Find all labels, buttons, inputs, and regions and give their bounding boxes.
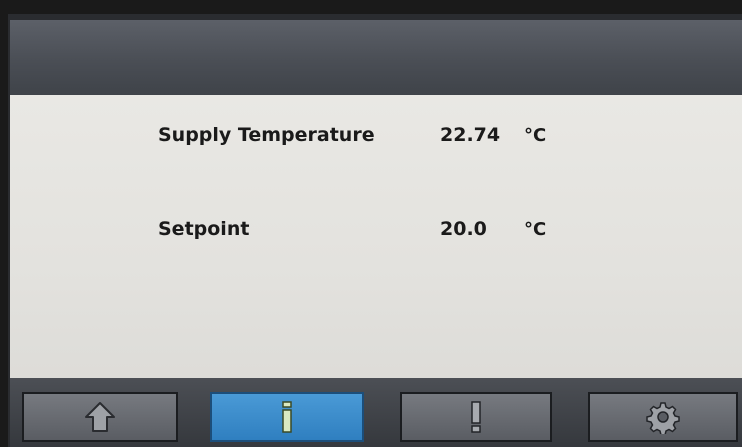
supply-temperature-unit: °C — [524, 124, 547, 146]
home-icon — [83, 400, 117, 434]
home-button[interactable] — [22, 392, 178, 442]
header-bar — [10, 20, 742, 95]
setpoint-unit: °C — [524, 218, 547, 240]
setpoint-value[interactable]: 20.0 — [440, 218, 524, 240]
alarm-button[interactable] — [400, 392, 552, 442]
supply-temperature-value: 22.74 — [440, 124, 501, 146]
supply-temperature-label: Supply Temperature — [158, 124, 375, 146]
settings-button[interactable] — [588, 392, 738, 442]
gear-icon — [646, 400, 680, 434]
info-button[interactable] — [210, 392, 364, 442]
setpoint-row: Setpoint 20.0 °C — [158, 214, 546, 244]
setpoint-label: Setpoint — [158, 218, 250, 240]
supply-temperature-row: Supply Temperature 22.74 °C — [158, 120, 546, 150]
info-icon — [277, 399, 297, 435]
hmi-screen: Supply Temperature 22.74 °C Setpoint 20.… — [0, 0, 742, 447]
alarm-icon — [466, 399, 486, 435]
